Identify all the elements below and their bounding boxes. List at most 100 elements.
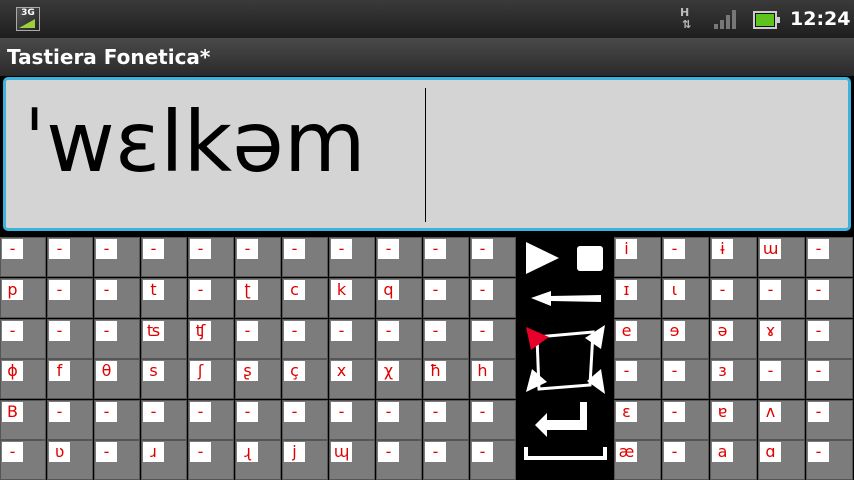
phonetic-key[interactable]: - <box>94 319 140 359</box>
phonetic-key[interactable]: - <box>423 440 469 480</box>
phonetic-key[interactable]: - <box>662 359 709 399</box>
phonetic-key[interactable]: ħ <box>423 359 469 399</box>
phonetic-key[interactable]: - <box>188 278 234 318</box>
phonetic-key[interactable]: - <box>470 440 516 480</box>
backspace-icon[interactable] <box>531 291 601 306</box>
phonetic-key[interactable]: χ <box>376 359 422 399</box>
phonetic-key[interactable]: ʃ <box>188 359 234 399</box>
phonetic-key[interactable]: B <box>0 400 46 440</box>
phonetic-key[interactable]: - <box>282 400 328 440</box>
phonetic-key[interactable]: - <box>141 400 187 440</box>
stop-icon[interactable] <box>577 246 603 271</box>
phonetic-key[interactable]: - <box>329 400 375 440</box>
phonetic-key[interactable]: - <box>662 440 709 480</box>
phonetic-key[interactable]: - <box>423 278 469 318</box>
phonetic-key[interactable]: ʂ <box>235 359 281 399</box>
phonetic-key[interactable]: - <box>806 319 853 359</box>
phonetic-key[interactable]: k <box>329 278 375 318</box>
phonetic-key[interactable]: t <box>141 278 187 318</box>
phonetic-key[interactable]: ɑ <box>758 440 805 480</box>
phonetic-key[interactable]: p <box>0 278 46 318</box>
phonetic-key[interactable]: - <box>188 400 234 440</box>
phonetic-key[interactable]: - <box>282 237 328 277</box>
phonetic-key[interactable]: i <box>614 237 661 277</box>
phonetic-key[interactable]: - <box>423 237 469 277</box>
phonetic-key[interactable]: - <box>662 400 709 440</box>
phonetic-key[interactable]: - <box>47 237 93 277</box>
phonetic-key[interactable]: - <box>758 278 805 318</box>
phonetic-key[interactable]: - <box>329 319 375 359</box>
phonetic-key[interactable]: - <box>470 319 516 359</box>
phonetic-key[interactable]: ʧ <box>188 319 234 359</box>
phonetic-key[interactable]: q <box>376 278 422 318</box>
phonetic-key[interactable]: - <box>235 319 281 359</box>
phonetic-key[interactable]: - <box>423 319 469 359</box>
phonetic-key[interactable]: f <box>47 359 93 399</box>
play-icon[interactable] <box>526 242 559 274</box>
phonetic-key[interactable]: - <box>806 278 853 318</box>
phonetic-key[interactable]: - <box>47 319 93 359</box>
phonetic-key[interactable]: - <box>235 400 281 440</box>
phonetic-key[interactable]: s <box>141 359 187 399</box>
phonetic-key[interactable]: - <box>470 237 516 277</box>
phonetic-key[interactable]: ɨ <box>710 237 757 277</box>
phonetic-key[interactable]: - <box>710 278 757 318</box>
phonetic-key[interactable]: ɤ <box>758 319 805 359</box>
phonetic-key[interactable]: - <box>376 237 422 277</box>
phonetic-key[interactable]: - <box>94 440 140 480</box>
phonetic-key[interactable]: - <box>470 278 516 318</box>
phonetic-key[interactable]: - <box>141 237 187 277</box>
phonetic-key[interactable]: - <box>94 237 140 277</box>
phonetic-key[interactable]: - <box>47 400 93 440</box>
phonetic-key[interactable]: - <box>806 237 853 277</box>
phonetic-key[interactable]: θ <box>94 359 140 399</box>
phonetic-key[interactable]: ɰ <box>329 440 375 480</box>
phonetic-key[interactable]: c <box>282 278 328 318</box>
phonetic-key[interactable]: ɩ <box>662 278 709 318</box>
phonetic-key[interactable]: - <box>662 237 709 277</box>
phonetic-key[interactable]: - <box>329 237 375 277</box>
phonetic-key[interactable]: ɯ <box>758 237 805 277</box>
phonetic-key[interactable]: j <box>282 440 328 480</box>
enter-icon[interactable] <box>535 402 587 437</box>
phonetic-key[interactable]: - <box>0 440 46 480</box>
phonetic-key[interactable]: h <box>470 359 516 399</box>
phonetic-key[interactable]: ɐ <box>710 400 757 440</box>
phonetic-key[interactable]: a <box>710 440 757 480</box>
phonetic-key[interactable]: - <box>188 237 234 277</box>
phonetic-key[interactable]: - <box>94 400 140 440</box>
phonetic-key[interactable]: e <box>614 319 661 359</box>
phonetic-key[interactable]: - <box>806 359 853 399</box>
phonetic-key[interactable]: - <box>376 319 422 359</box>
phonetic-key[interactable]: - <box>235 237 281 277</box>
phonetic-key[interactable]: - <box>614 359 661 399</box>
phonetic-key[interactable]: - <box>376 400 422 440</box>
phonetic-key[interactable]: x <box>329 359 375 399</box>
phonetic-key[interactable]: ɪ <box>614 278 661 318</box>
phonetic-key[interactable]: - <box>0 237 46 277</box>
phonetic-key[interactable]: ɜ <box>710 359 757 399</box>
phonetic-key[interactable]: ɛ <box>614 400 661 440</box>
phonetic-key[interactable]: - <box>806 400 853 440</box>
phonetic-key[interactable]: ɸ <box>0 359 46 399</box>
phonetic-key[interactable]: - <box>470 400 516 440</box>
phonetic-key[interactable]: ɻ <box>235 440 281 480</box>
phonetic-key[interactable]: ʈ <box>235 278 281 318</box>
phonetic-key[interactable]: ʋ <box>47 440 93 480</box>
phonetic-key[interactable]: - <box>423 400 469 440</box>
phonetic-key[interactable]: ç <box>282 359 328 399</box>
space-icon[interactable] <box>524 447 607 460</box>
phonetic-key[interactable]: ə <box>710 319 757 359</box>
phonetic-key[interactable]: ɹ <box>141 440 187 480</box>
cursor-move-icon[interactable] <box>526 325 605 394</box>
phonetic-key[interactable]: - <box>758 359 805 399</box>
phonetic-key[interactable]: - <box>94 278 140 318</box>
phonetic-key[interactable]: ɘ <box>662 319 709 359</box>
phonetic-key[interactable]: - <box>0 319 46 359</box>
phonetic-key[interactable]: æ <box>614 440 661 480</box>
phonetic-text-field[interactable]: ˈwɛlkəm <box>3 77 851 231</box>
phonetic-key[interactable]: - <box>806 440 853 480</box>
phonetic-key[interactable]: - <box>376 440 422 480</box>
phonetic-key[interactable]: - <box>47 278 93 318</box>
phonetic-key[interactable]: ʦ <box>141 319 187 359</box>
